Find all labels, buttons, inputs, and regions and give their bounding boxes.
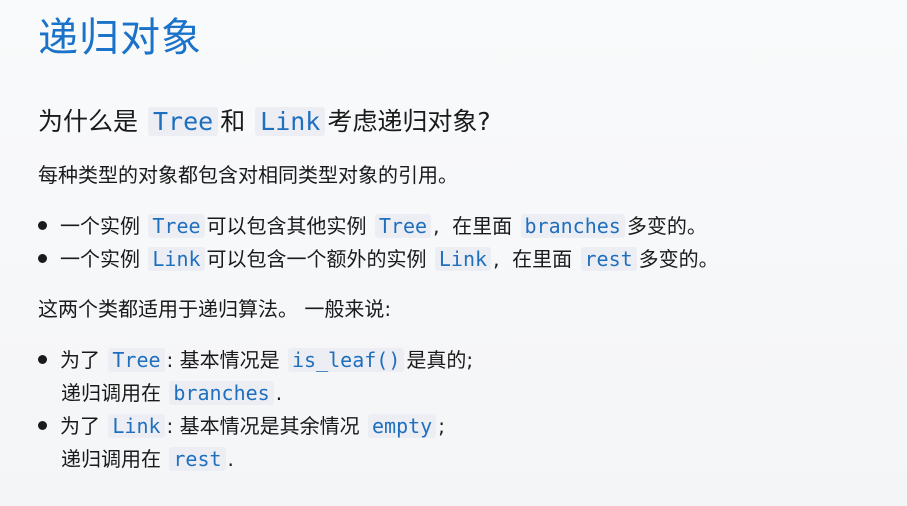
code-empty: empty — [368, 414, 437, 438]
bullet-text: : 基本情况是 — [166, 348, 280, 372]
bullet-icon — [38, 421, 47, 430]
bullet-text: 多变的。 — [626, 214, 707, 238]
code-rest: rest — [169, 447, 226, 471]
code-is-leaf: is_leaf() — [288, 348, 405, 372]
section-heading: 为什么是 Tree 和 Link 考虑递归对象? — [38, 104, 491, 140]
code-link: Link — [434, 247, 492, 271]
summary-paragraph: 这两个类都适用于递归算法。 一般来说: — [38, 297, 392, 321]
code-link: Link — [148, 247, 205, 271]
list-item: 一个实例 Tree 可以包含其他实例 Tree, 在里面 branches 多变的。 — [38, 211, 707, 241]
bullet-text: 一个实例 — [60, 247, 140, 271]
bullet-text: 可以包含其他实例 — [206, 214, 367, 238]
code-branches: branches — [169, 381, 274, 405]
slide: 递归对象 为什么是 Tree 和 Link 考虑递归对象? 每种类型的对象都包含对相… — [0, 0, 907, 506]
list-item-continuation: 递归调用在 rest. — [61, 444, 234, 474]
bullet-icon — [38, 254, 47, 263]
bullet-icon — [38, 355, 47, 364]
bullet-text: ; — [438, 414, 445, 438]
code-tree: Tree — [108, 348, 165, 372]
list-item-continuation: 递归调用在 branches. — [61, 378, 282, 408]
heading-text-pre: 为什么是 — [38, 107, 139, 136]
code-tree: Tree — [148, 214, 205, 238]
bullet-text: 一个实例 — [60, 214, 140, 238]
bullet-text: 是真的; — [406, 348, 474, 372]
heading-code-link: Link — [255, 107, 326, 136]
list-item: 为了 Tree: 基本情况是 is_leaf() 是真的; — [38, 345, 473, 375]
bullet-text: . — [275, 381, 283, 405]
slide-title: 递归对象 — [38, 15, 202, 61]
bullet-text: 递归调用在 — [61, 447, 161, 471]
code-tree: Tree — [374, 214, 432, 238]
code-rest: rest — [580, 247, 637, 271]
bullet-text: 多变的。 — [638, 247, 719, 271]
bullet-text: 可以包含一个额外的实例 — [206, 247, 427, 271]
bullet-text: , 在里面 — [493, 247, 573, 271]
bullet-text: : 基本情况是其余情况 — [166, 414, 360, 438]
bullet-text: . — [227, 447, 234, 471]
list-item: 一个实例 Link 可以包含一个额外的实例 Link, 在里面 rest 多变的。 — [38, 244, 719, 274]
bullet-icon — [38, 221, 47, 230]
code-link: Link — [108, 414, 165, 438]
list-item: 为了 Link: 基本情况是其余情况 empty; — [38, 411, 445, 441]
heading-text-mid: 和 — [220, 107, 246, 136]
bullet-text: 为了 — [60, 348, 100, 372]
heading-text-post: 考虑递归对象? — [327, 107, 491, 136]
heading-code-tree: Tree — [147, 107, 219, 136]
bullet-text: 递归调用在 — [61, 381, 161, 405]
bullet-text: , 在里面 — [433, 214, 513, 238]
intro-paragraph: 每种类型的对象都包含对相同类型对象的引用。 — [38, 163, 458, 187]
code-branches: branches — [520, 214, 625, 238]
bullet-text: 为了 — [60, 414, 100, 438]
